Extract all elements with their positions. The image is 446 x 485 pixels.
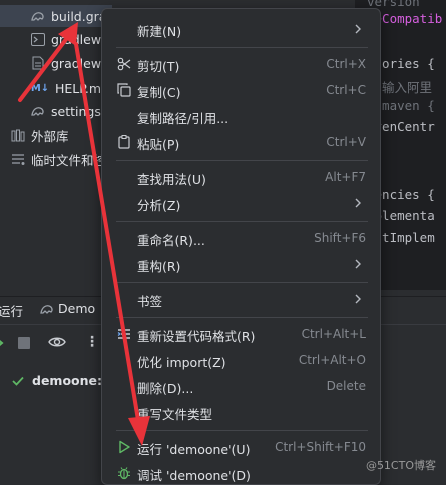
bug-icon [116,465,132,481]
stop-icon[interactable] [18,337,30,349]
context-menu: 新建(N) 剪切(T) Ctrl+X 复制(C) Ctrl+C 复制路径/引用.… [101,8,381,485]
menu-item-bookmarks[interactable]: 书签 [108,287,374,311]
run-icon [116,439,132,455]
rerun-icon[interactable] [0,336,6,350]
terminal-icon [30,31,46,47]
tree-item-gradlew[interactable]: gradlew [0,28,101,50]
markdown-icon: M↓ [30,82,50,94]
menu-item-analyze[interactable]: 分析(Z) [108,191,374,215]
library-icon [10,127,26,143]
menu-item-paste[interactable]: 粘贴(P) Ctrl+V [108,130,374,154]
menu-item-cut[interactable]: 剪切(T) Ctrl+X [108,52,374,76]
more-options-icon[interactable]: ⋮ [85,334,99,350]
scissors-icon [116,56,132,72]
checkmark-icon [12,376,24,386]
tree-item-external-libraries[interactable]: 外部库 [0,124,69,146]
tree-item-gradlew-bat[interactable]: gradlew. [0,52,104,74]
tab-run-config[interactable]: Demo [40,301,95,316]
chevron-right-icon [354,197,364,209]
chevron-right-icon [354,293,364,305]
gradle-icon [30,8,46,24]
chevron-right-icon [354,258,364,270]
menu-item-copy-path[interactable]: 复制路径/引用... [108,104,374,128]
menu-separator [116,282,368,283]
menu-item-copy[interactable]: 复制(C) Ctrl+C [108,78,374,102]
menu-item-reformat-code[interactable]: 重新设置代码格式(R) Ctrl+Alt+L [108,322,374,346]
menu-item-override-file-type[interactable]: 重写文件类型 [108,400,374,424]
menu-separator [116,221,368,222]
menu-item-rename[interactable]: 重命名(R)... Shift+F6 [108,226,374,250]
menu-item-delete[interactable]: 删除(D)... Delete [108,374,374,398]
project-tree: build.gra gradlew gradlew. M↓ HELP.md se… [0,0,113,290]
watermark: @51CTO博客 [365,459,436,472]
menu-item-debug[interactable]: 调试 'demoone'(D) [108,461,374,485]
menu-item-refactor[interactable]: 重构(R) [108,252,374,276]
file-icon [30,55,46,71]
menu-item-find-usages[interactable]: 查找用法(U) Alt+F7 [108,165,374,189]
chevron-right-icon [354,23,364,35]
reformat-icon [116,326,132,342]
menu-item-new[interactable]: 新建(N) [108,17,374,41]
gradle-icon [30,103,46,119]
tree-item-build-gradle[interactable]: build.gra [0,5,112,27]
menu-item-run[interactable]: 运行 'demoone'(U) Ctrl+Shift+F10 [108,435,374,459]
eye-icon[interactable] [48,335,66,349]
menu-separator [116,317,368,318]
clipboard-icon [116,134,132,150]
menu-separator [116,430,368,431]
tab-run[interactable]: 运行 [0,301,23,320]
tree-item-scratches[interactable]: 临时文件和控 [0,148,106,170]
menu-separator [116,160,368,161]
gradle-icon [40,303,54,315]
menu-item-optimize-imports[interactable]: 优化 import(Z) Ctrl+Alt+O [108,348,374,372]
copy-icon [116,82,132,98]
menu-separator [116,47,368,48]
scratch-icon [10,151,26,167]
tree-item-help-md[interactable]: M↓ HELP.md [0,77,109,99]
tree-item-settings-gradle[interactable]: settings.g [0,100,113,122]
